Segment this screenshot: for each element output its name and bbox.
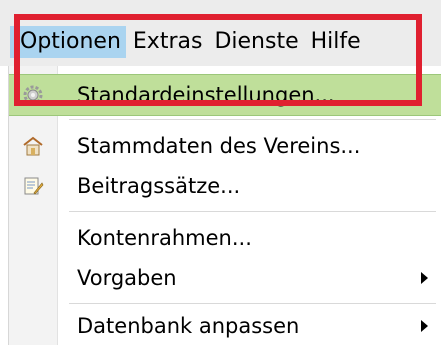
menu-item-datenbank-anpassen[interactable]: Datenbank anpassen — [9, 306, 441, 346]
menu-separator — [69, 211, 436, 212]
edit-document-icon — [21, 174, 45, 198]
menu-bar-row: Optionen Extras Dienste Hilfe — [10, 20, 368, 64]
menu-dienste[interactable]: Dienste — [209, 26, 303, 58]
clubhouse-icon — [21, 134, 45, 158]
menu-item-vorgaben[interactable]: Vorgaben — [9, 258, 441, 298]
menu-separator — [69, 303, 436, 304]
menu-bar: Optionen Extras Dienste Hilfe — [0, 0, 441, 66]
menu-item-label: Kontenrahmen... — [77, 226, 252, 250]
menu-item-stammdaten[interactable]: Stammdaten des Vereins... — [9, 126, 441, 166]
menu-item-label: Standardeinstellungen... — [77, 83, 335, 107]
menu-item-kontenrahmen[interactable]: Kontenrahmen... — [9, 218, 441, 258]
menu-item-standardeinstellungen[interactable]: Standardeinstellungen... — [9, 74, 441, 116]
menu-optionen[interactable]: Optionen — [10, 26, 126, 58]
optionen-dropdown-menu: Standardeinstellungen... Stammdaten des … — [8, 66, 441, 345]
menu-separator — [69, 119, 436, 120]
menu-item-label: Beitragssätze... — [77, 174, 241, 198]
gear-icon — [21, 83, 45, 107]
menu-item-beitragssaetze[interactable]: Beitragssätze... — [9, 166, 441, 206]
menu-item-label: Vorgaben — [77, 266, 177, 290]
menu-hilfe[interactable]: Hilfe — [306, 26, 366, 58]
menu-item-label: Datenbank anpassen — [77, 314, 300, 338]
submenu-arrow-icon — [421, 272, 428, 284]
menu-extras[interactable]: Extras — [128, 26, 208, 58]
submenu-arrow-icon — [421, 320, 428, 332]
menu-item-label: Stammdaten des Vereins... — [77, 134, 361, 158]
